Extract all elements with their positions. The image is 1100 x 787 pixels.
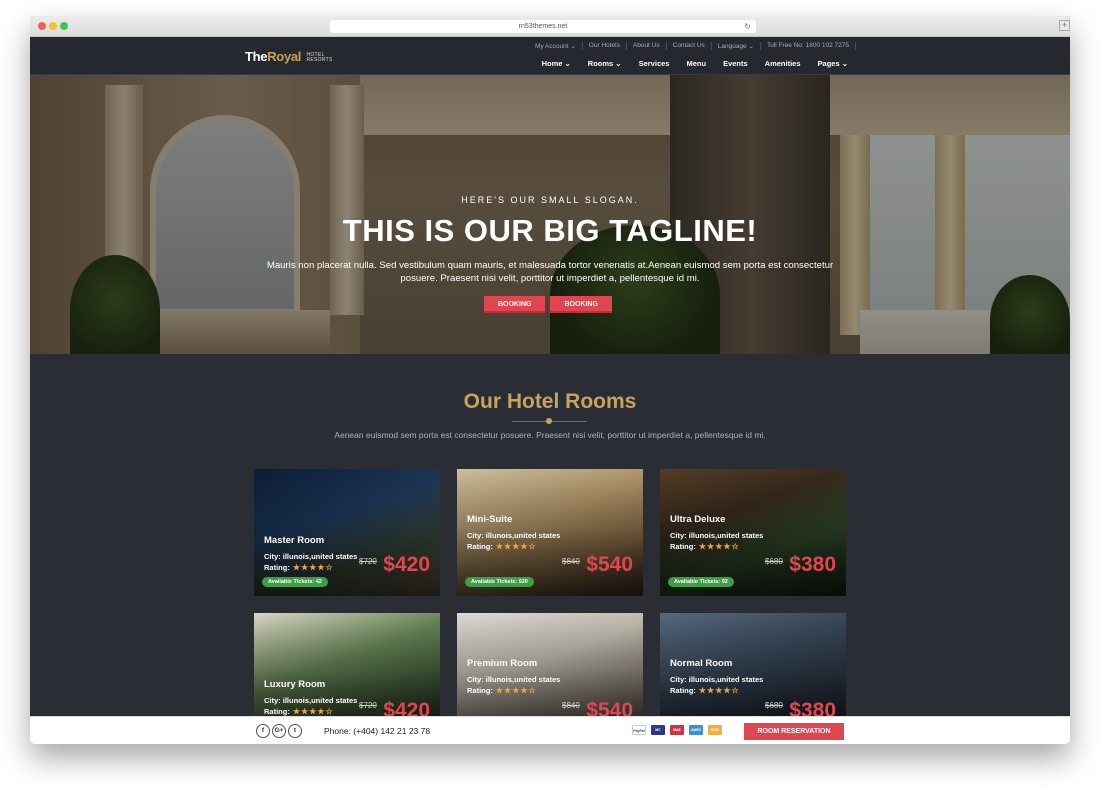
room-card-master[interactable]: Master Room City: illunois,united states… [254, 469, 440, 596]
minimize-window-icon[interactable] [49, 22, 57, 30]
logo-the: The [245, 49, 268, 64]
nav-pages[interactable]: Pages ⌄ [818, 59, 848, 68]
nav-home[interactable]: Home ⌄ [542, 59, 571, 68]
footer-bar: f G+ t Phone: (+404) 142 21 23 78 PayPal… [30, 716, 1070, 744]
room-card-ultra-deluxe[interactable]: Ultra Deluxe City: illunois,united state… [660, 469, 846, 596]
topnav-language[interactable]: Language ⌄ [712, 42, 761, 50]
room-name[interactable]: Normal Room [670, 658, 732, 669]
star-rating-icon: ★★★★☆ [292, 707, 334, 716]
room-old-price: $840 [562, 557, 580, 566]
topnav-contact-us[interactable]: Contact Us [667, 42, 712, 50]
topnav-my-account[interactable]: My Account ⌄ [529, 42, 583, 50]
room-city: City: illunois,united states [264, 696, 358, 705]
address-bar-url: rn53themes.net [518, 23, 568, 30]
top-nav: My Account ⌄ Our Hotels About Us Contact… [529, 42, 856, 50]
star-rating-icon: ★★★★☆ [292, 563, 334, 572]
logo-sub-resorts: RESORTS [306, 56, 333, 63]
available-tickets-badge: Available Tickets: 92 [668, 577, 734, 587]
phone-number: Phone: (+404) 142 21 23 78 [324, 726, 431, 736]
hero-slider: HERE'S OUR SMALL SLOGAN. THIS IS OUR BIG… [30, 75, 1070, 354]
room-price: $420 [383, 553, 430, 576]
topnav-toll-free: Toll Free No: 1800 102 7275 [761, 42, 856, 50]
star-rating-icon: ★★★★☆ [495, 542, 537, 551]
room-name[interactable]: Mini-Suite [467, 514, 512, 525]
facebook-icon[interactable]: f [256, 724, 270, 738]
available-tickets-badge: Available Tickets: 42 [262, 577, 328, 587]
room-old-price: $720 [359, 701, 377, 710]
room-old-price: $720 [359, 557, 377, 566]
amex-icon: AMEX [689, 725, 703, 735]
site-logo[interactable]: TheRoyal HOTEL RESORTS [245, 49, 333, 64]
hero-slogan: HERE'S OUR SMALL SLOGAN. [461, 195, 639, 205]
star-rating-icon: ★★★★☆ [495, 686, 537, 695]
main-nav: Home ⌄ Rooms ⌄ Services Menu Events Amen… [525, 59, 848, 68]
topnav-our-hotels[interactable]: Our Hotels [583, 42, 627, 50]
address-bar[interactable]: rn53themes.net ↻ [330, 20, 756, 33]
room-rating: Rating: ★★★★☆ [670, 542, 740, 551]
logo-subtitle: HOTEL RESORTS [306, 52, 333, 63]
maestro-icon: MAE [670, 725, 684, 735]
room-city: City: illunois,united states [670, 531, 764, 540]
mastercard-icon: MC [651, 725, 665, 735]
paypal-icon: PayPal [632, 725, 646, 735]
hero-description: Mauris non placerat nulla. Sed vestibulu… [266, 260, 834, 284]
room-city: City: illunois,united states [264, 552, 358, 561]
room-rating-label: Rating: [670, 542, 696, 551]
site-header: TheRoyal HOTEL RESORTS My Account ⌄ Our H… [30, 37, 1070, 75]
room-rating: Rating: ★★★★☆ [264, 707, 334, 716]
hero-buttons: BOOKING BOOKING [484, 296, 617, 313]
room-name[interactable]: Premium Room [467, 658, 537, 669]
room-rating-label: Rating: [264, 563, 290, 572]
room-old-price: $680 [765, 701, 783, 710]
nav-services[interactable]: Services [639, 59, 670, 68]
room-name[interactable]: Luxury Room [264, 679, 325, 690]
maximize-window-icon[interactable] [60, 22, 68, 30]
room-rating-label: Rating: [264, 707, 290, 716]
booking-button[interactable]: BOOKING [484, 296, 546, 313]
discover-icon: DISC [708, 725, 722, 735]
available-tickets-badge: Available Tickets: 520 [465, 577, 534, 587]
room-rating-label: Rating: [670, 686, 696, 695]
room-old-price: $680 [765, 557, 783, 566]
room-card-mini-suite[interactable]: Mini-Suite City: illunois,united states … [457, 469, 643, 596]
star-rating-icon: ★★★★☆ [698, 686, 740, 695]
nav-amenities[interactable]: Amenities [765, 59, 801, 68]
nav-menu[interactable]: Menu [686, 59, 706, 68]
section-title: Our Hotel Rooms [463, 390, 637, 413]
nav-events[interactable]: Events [723, 59, 748, 68]
room-rating: Rating: ★★★★☆ [467, 686, 537, 695]
room-name[interactable]: Ultra Deluxe [670, 514, 725, 525]
room-rating-label: Rating: [467, 686, 493, 695]
new-tab-button[interactable]: + [1059, 20, 1070, 31]
booking-button-2[interactable]: BOOKING [550, 296, 612, 313]
room-rating-label: Rating: [467, 542, 493, 551]
room-city: City: illunois,united states [467, 531, 561, 540]
reload-icon[interactable]: ↻ [744, 20, 751, 33]
star-rating-icon: ★★★★☆ [698, 542, 740, 551]
topnav-about-us[interactable]: About Us [627, 42, 667, 50]
room-price: $380 [789, 553, 836, 576]
twitter-icon[interactable]: t [288, 724, 302, 738]
nav-rooms[interactable]: Rooms ⌄ [588, 59, 622, 68]
room-city: City: illunois,united states [670, 675, 764, 684]
room-rating: Rating: ★★★★☆ [264, 563, 334, 572]
room-rating: Rating: ★★★★☆ [467, 542, 537, 551]
room-rating: Rating: ★★★★☆ [670, 686, 740, 695]
room-city: City: illunois,united states [467, 675, 561, 684]
close-window-icon[interactable] [38, 22, 46, 30]
room-old-price: $840 [562, 701, 580, 710]
section-subtitle: Aenean euismod sem porta est consectetur… [334, 430, 766, 440]
browser-toolbar: rn53themes.net ↻ + [30, 16, 1070, 37]
room-price: $540 [586, 553, 633, 576]
title-divider-dot [546, 418, 552, 424]
google-plus-icon[interactable]: G+ [272, 724, 286, 738]
room-reservation-button[interactable]: ROOM RESERVATION [744, 723, 844, 740]
hero-tagline: THIS IS OUR BIG TAGLINE! [342, 213, 758, 248]
browser-window: rn53themes.net ↻ + TheRoyal HOTEL RESORTS… [30, 16, 1070, 744]
room-name[interactable]: Master Room [264, 535, 324, 546]
logo-royal: Royal [267, 49, 302, 64]
